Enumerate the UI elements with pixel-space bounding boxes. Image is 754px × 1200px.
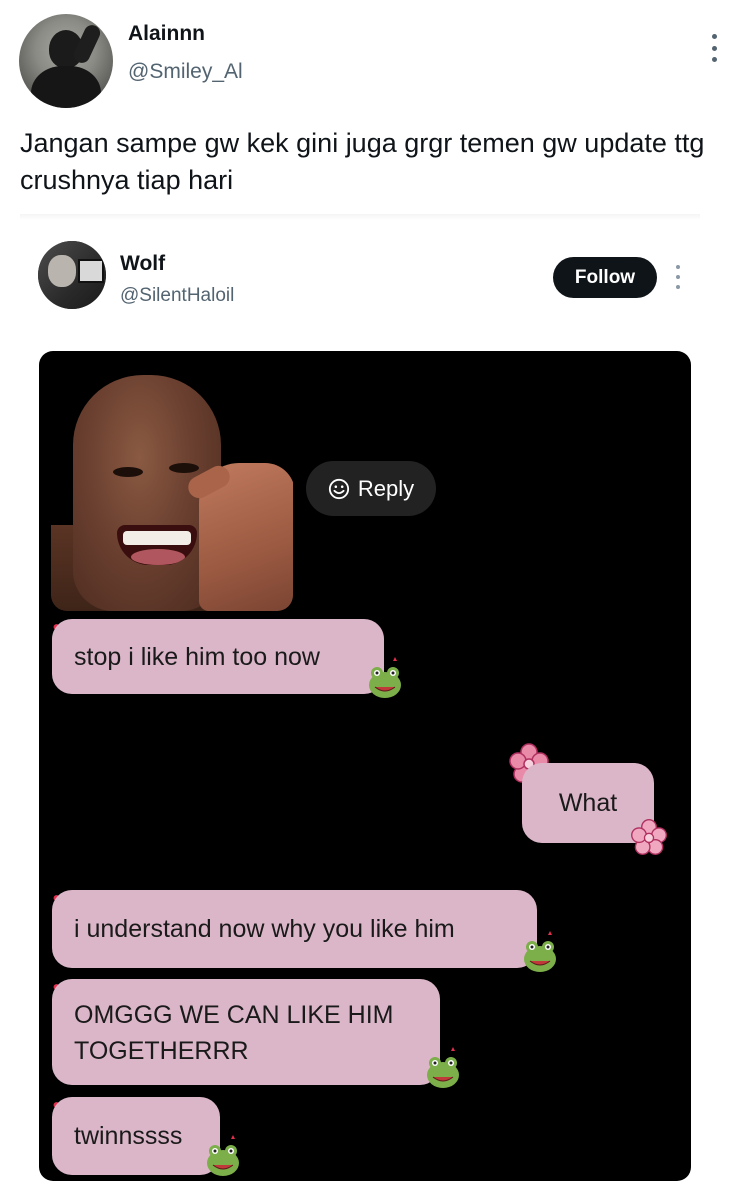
frog-sticker-icon [524, 931, 556, 972]
quoted-more-options-icon[interactable] [672, 265, 684, 289]
message-text: i understand now why you like him [74, 915, 455, 943]
avatar-face [48, 255, 76, 287]
message-bubble[interactable]: twinnssss [52, 1097, 220, 1175]
flower-sticker-icon [631, 819, 667, 855]
reply-button[interactable]: Reply [306, 461, 436, 516]
follow-button[interactable]: Follow [553, 257, 657, 298]
quoted-author-avatar[interactable] [38, 241, 106, 309]
tweet-text: Jangan sampe gw kek gini juga grgr temen… [20, 128, 705, 195]
message-bubble[interactable]: stop i like him too now [52, 619, 384, 694]
frog-sticker-icon [207, 1135, 239, 1176]
message-text: stop i like him too now [74, 642, 320, 671]
avatar-silhouette-body [31, 66, 101, 108]
media-image[interactable]: Reply stop i like him too now What i und… [39, 351, 691, 1181]
more-options-icon[interactable] [704, 34, 724, 62]
author-avatar[interactable] [19, 14, 113, 108]
eye [169, 463, 199, 473]
frog-sticker-icon [369, 657, 401, 698]
dot [676, 285, 680, 289]
reply-label: Reply [357, 475, 415, 501]
eye [113, 467, 143, 477]
message-text: twinnssss [74, 1122, 183, 1150]
message-bubble[interactable]: OMGGG WE CAN LIKE HIM TOGETHERRR [52, 979, 440, 1085]
dot [711, 57, 717, 62]
frog-sticker-icon [427, 1047, 459, 1088]
avatar-screen [78, 259, 104, 283]
quoted-author-handle[interactable]: @SilentHaloil [120, 285, 234, 307]
dot [676, 275, 680, 279]
author-handle[interactable]: @Smiley_Al [128, 60, 243, 84]
message-bubble[interactable]: i understand now why you like him [52, 890, 537, 968]
divider [20, 214, 700, 220]
dot [711, 34, 717, 39]
meme-image [51, 375, 293, 611]
dot [676, 265, 680, 269]
dot [711, 45, 717, 51]
quoted-author-display-name[interactable]: Wolf [120, 252, 165, 276]
smile-icon [328, 478, 349, 499]
message-text: OMGGG WE CAN LIKE HIM TOGETHERRR [74, 1001, 394, 1065]
author-display-name[interactable]: Alainnn [128, 22, 205, 46]
message-text: What [558, 789, 618, 817]
